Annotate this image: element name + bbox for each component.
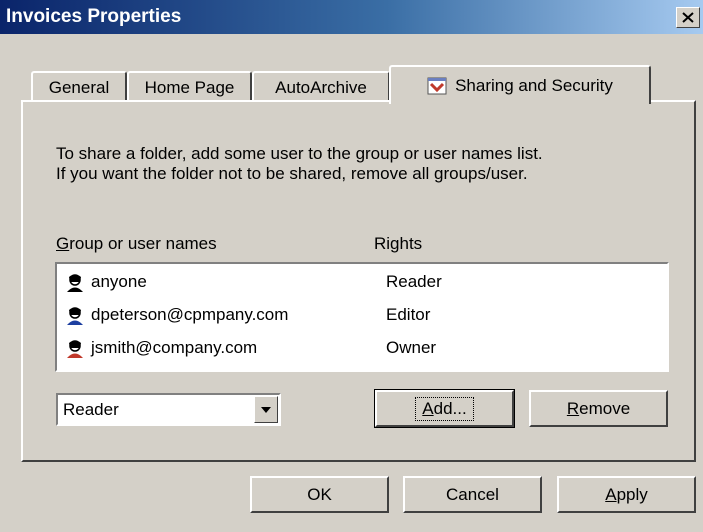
user-list[interactable]: anyone Reader dpeterson@cpmpany.com Edit…: [55, 262, 669, 372]
rights-header: Rights: [374, 234, 423, 253]
header-name-text: roup or user names: [69, 234, 217, 253]
tab-home-page[interactable]: Home Page: [127, 71, 252, 102]
user-name: jsmith@company.com: [91, 338, 258, 357]
tab-general[interactable]: General: [31, 71, 127, 102]
list-item[interactable]: anyone Reader: [65, 271, 655, 295]
apply-rest: pply: [616, 484, 648, 504]
tab-home-page-label: Home Page: [144, 77, 235, 97]
list-item[interactable]: jsmith@company.com Owner: [65, 337, 655, 361]
ok-button-label: OK: [307, 484, 332, 504]
add-button[interactable]: Add...: [374, 389, 515, 428]
user-rights: Owner: [386, 338, 437, 357]
dropdown-arrow-button[interactable]: [254, 396, 278, 423]
user-rights: Editor: [386, 305, 431, 324]
remove-button-label: Remove: [567, 399, 630, 419]
header-mnemonic: G: [56, 234, 70, 253]
cancel-button[interactable]: Cancel: [403, 476, 542, 513]
rights-dropdown[interactable]: Reader: [56, 393, 281, 426]
tab-sharing-and-security[interactable]: Sharing and Security: [389, 65, 651, 104]
user-icon: [67, 307, 83, 325]
tab-autoarchive-label: AutoArchive: [275, 77, 367, 97]
tab-autoarchive[interactable]: AutoArchive: [252, 71, 390, 102]
apply-button-label: Apply: [605, 485, 648, 505]
description-line-2: If you want the folder not to be shared,…: [56, 164, 528, 183]
ok-button[interactable]: OK: [250, 476, 389, 513]
close-button[interactable]: [676, 7, 700, 28]
user-name: dpeterson@cpmpany.com: [91, 305, 289, 324]
user-icon: [67, 274, 83, 292]
window-title: Invoices Properties: [6, 6, 182, 27]
rights-dropdown-value: Reader: [63, 400, 119, 419]
description-line-1: To share a folder, add some user to the …: [56, 144, 543, 163]
add-button-label: Add...: [415, 396, 474, 421]
tab-general-label: General: [48, 77, 110, 97]
user-icon: [67, 340, 83, 358]
user-name: anyone: [91, 272, 147, 291]
title-bar: Invoices Properties: [0, 0, 703, 34]
add-rest: dd...: [433, 398, 467, 418]
remove-mnemonic: R: [566, 398, 580, 418]
close-icon: [682, 12, 694, 23]
chevron-down-icon: [261, 406, 271, 413]
add-mnemonic: A: [422, 398, 434, 418]
user-rights: Reader: [386, 272, 442, 291]
list-item[interactable]: dpeterson@cpmpany.com Editor: [65, 304, 655, 328]
remove-rest: emove: [579, 398, 631, 418]
apply-mnemonic: A: [605, 484, 617, 504]
remove-button[interactable]: Remove: [529, 390, 668, 427]
group-or-user-names-header: Group or user names: [56, 234, 217, 254]
tab-sharing-and-security-label: Sharing and Security: [455, 75, 613, 95]
apply-button[interactable]: Apply: [557, 476, 696, 513]
sharing-folder-icon: [427, 77, 447, 94]
cancel-button-label: Cancel: [446, 484, 499, 504]
